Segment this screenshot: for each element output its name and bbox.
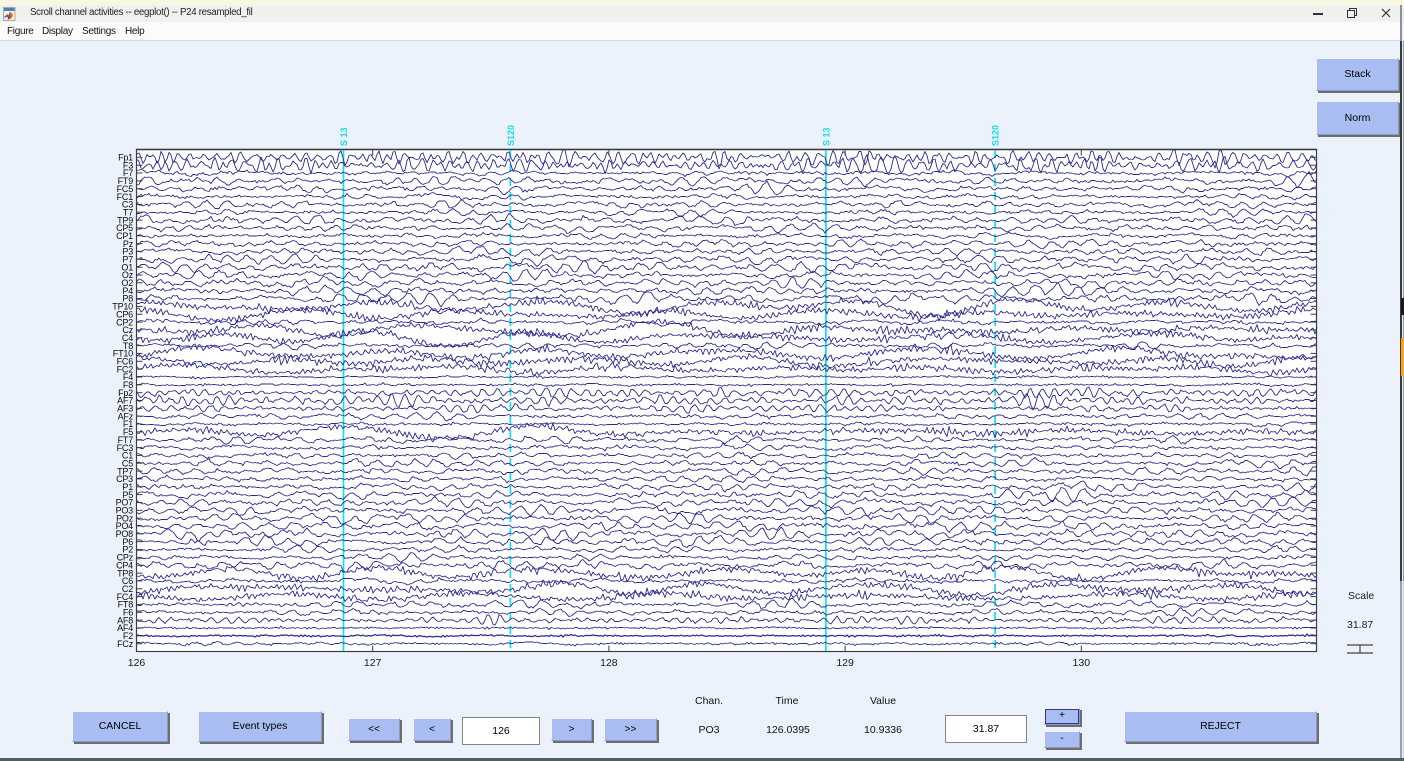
svg-text:127: 127	[364, 657, 382, 669]
svg-text:FCz: FCz	[117, 639, 134, 649]
svg-text:S120: S120	[506, 125, 516, 146]
svg-text:31.87: 31.87	[1347, 619, 1373, 631]
svg-text:126: 126	[128, 657, 146, 669]
svg-text:130: 130	[1073, 657, 1091, 669]
svg-text:S 13: S 13	[339, 127, 349, 146]
svg-text:S 13: S 13	[821, 127, 831, 146]
svg-text:S120: S120	[991, 125, 1001, 146]
svg-text:129: 129	[836, 657, 854, 669]
svg-text:128: 128	[600, 657, 618, 669]
svg-text:Scale: Scale	[1348, 590, 1374, 602]
